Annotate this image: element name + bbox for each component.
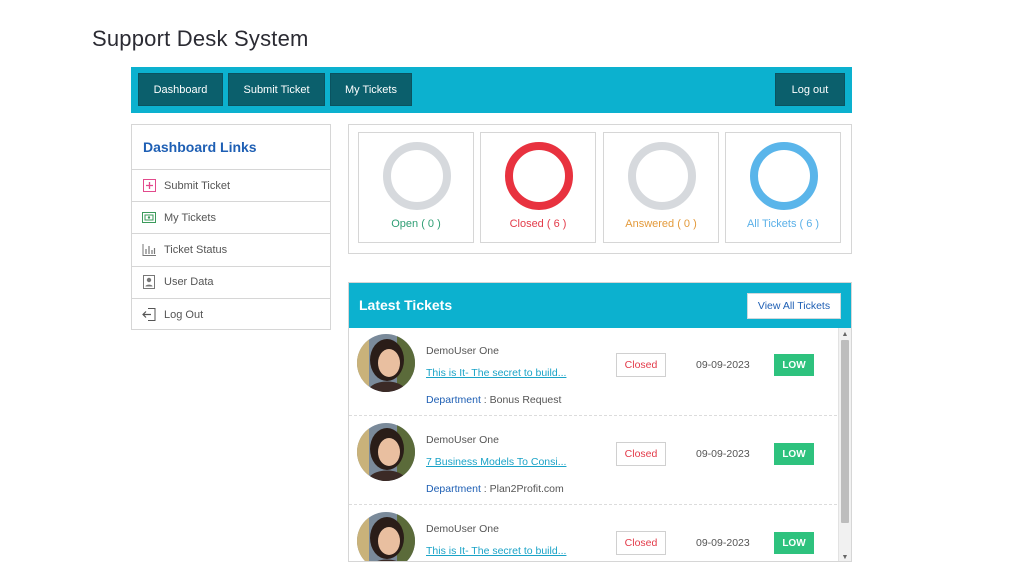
tickets-scrollbar[interactable]: ▲ ▼ xyxy=(838,328,851,561)
scroll-up-arrow-icon[interactable]: ▲ xyxy=(839,329,851,339)
stat-card-answered[interactable]: Answered ( 0 ) xyxy=(603,132,719,243)
status-badge: Closed xyxy=(616,531,666,555)
sidebar-item-submit-ticket[interactable]: Submit Ticket xyxy=(132,170,330,203)
table-row: DemoUser One 7 Business Models To Consi.… xyxy=(349,417,837,505)
ticket-department: Department : Bonus Request xyxy=(426,394,562,406)
latest-tickets-panel: Latest Tickets View All Tickets DemoUser… xyxy=(348,282,852,562)
department-value: Bonus Request xyxy=(489,394,562,406)
priority-badge: LOW xyxy=(774,532,814,554)
stat-card-all-tickets[interactable]: All Tickets ( 6 ) xyxy=(725,132,841,243)
sidebar-item-label: User Data xyxy=(164,276,214,289)
dashboard-button[interactable]: Dashboard xyxy=(138,73,223,106)
department-label: Department xyxy=(426,394,481,406)
page-title: Support Desk System xyxy=(92,26,309,51)
sidebar-item-label: Ticket Status xyxy=(164,243,228,256)
ticket-user: DemoUser One xyxy=(426,523,499,535)
ticket-user: DemoUser One xyxy=(426,434,499,446)
sidebar-item-label: Log Out xyxy=(164,308,204,321)
tickets-list: DemoUser One This is It- The secret to b… xyxy=(349,328,839,561)
status-badge: Closed xyxy=(616,353,666,377)
stat-ring xyxy=(505,142,573,210)
department-label: Department xyxy=(426,483,481,495)
sidebar-item-ticket-status[interactable]: Ticket Status xyxy=(132,234,330,267)
plus-square-icon xyxy=(141,178,157,194)
sidebar-item-log-out[interactable]: Log Out xyxy=(132,299,330,331)
stat-label: Closed ( 6 ) xyxy=(509,218,567,230)
ticket-subject-link[interactable]: This is It- The secret to build... xyxy=(426,367,566,379)
stat-label: Answered ( 0 ) xyxy=(625,218,697,230)
ticket-date: 09-09-2023 xyxy=(696,448,750,460)
stat-label: All Tickets ( 6 ) xyxy=(746,218,820,230)
stat-card-open[interactable]: Open ( 0 ) xyxy=(358,132,474,243)
sidebar-item-my-tickets[interactable]: My Tickets xyxy=(132,202,330,235)
ticket-stats-panel: Open ( 0 ) Closed ( 6 ) Answered ( 0 ) A… xyxy=(348,124,852,254)
sidebar-heading: Dashboard Links xyxy=(132,125,330,170)
avatar xyxy=(357,512,415,561)
stat-ring xyxy=(383,142,451,210)
priority-badge: LOW xyxy=(774,354,814,376)
status-badge: Closed xyxy=(616,442,666,466)
priority-badge: LOW xyxy=(774,443,814,465)
department-value: Plan2Profit.com xyxy=(489,483,564,495)
sidebar-item-user-data[interactable]: User Data xyxy=(132,267,330,299)
latest-tickets-title: Latest Tickets xyxy=(359,297,453,313)
stat-ring xyxy=(628,142,696,210)
scroll-down-arrow-icon[interactable]: ▼ xyxy=(839,552,851,561)
sidebar-item-label: Submit Ticket xyxy=(164,179,231,192)
ticket-subject-link[interactable]: This is It- The secret to build... xyxy=(426,545,566,557)
top-navigation: Dashboard Submit Ticket My Tickets Log o… xyxy=(131,67,852,113)
submit-ticket-button[interactable]: Submit Ticket xyxy=(228,73,325,106)
stat-label: Open ( 0 ) xyxy=(391,218,441,230)
avatar xyxy=(357,334,415,392)
view-all-tickets-button[interactable]: View All Tickets xyxy=(747,293,841,319)
stat-card-closed[interactable]: Closed ( 6 ) xyxy=(480,132,596,243)
ticket-department: Department : Plan2Profit.com xyxy=(426,483,564,495)
bar-chart-icon xyxy=(141,242,157,258)
ticket-subject-link[interactable]: 7 Business Models To Consi... xyxy=(426,456,566,468)
avatar xyxy=(357,423,415,481)
latest-tickets-header: Latest Tickets View All Tickets xyxy=(349,283,851,328)
ticket-icon xyxy=(141,210,157,226)
dashboard-links-sidebar: Dashboard Links Submit Ticket My Tickets… xyxy=(131,124,331,330)
sidebar-item-label: My Tickets xyxy=(164,211,216,224)
my-tickets-button[interactable]: My Tickets xyxy=(330,73,412,106)
ticket-date: 09-09-2023 xyxy=(696,537,750,549)
stat-ring xyxy=(750,142,818,210)
scroll-thumb[interactable] xyxy=(841,340,849,523)
ticket-user: DemoUser One xyxy=(426,345,499,357)
ticket-date: 09-09-2023 xyxy=(696,359,750,371)
user-card-icon xyxy=(141,274,157,290)
logout-button[interactable]: Log out xyxy=(775,73,845,106)
table-row: DemoUser One This is It- The secret to b… xyxy=(349,328,837,416)
logout-icon xyxy=(141,307,157,323)
table-row: DemoUser One This is It- The secret to b… xyxy=(349,506,837,561)
